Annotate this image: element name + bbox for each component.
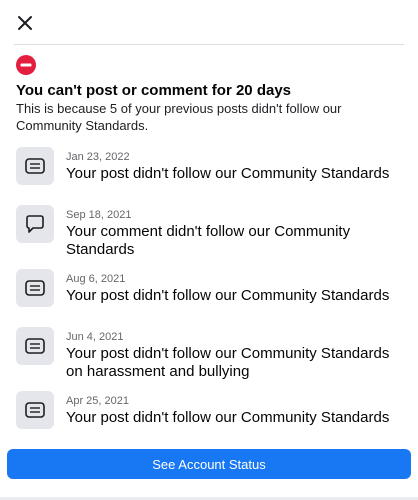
violation-message: Your post didn't follow our Community St… <box>66 345 390 380</box>
violation-date: Sep 18, 2021 <box>66 209 132 221</box>
list-item: Jun 4, 2021 Your post didn't follow our … <box>16 325 408 389</box>
restriction-icon <box>16 55 36 75</box>
list-item: Sep 18, 2021 Your comment didn't follow … <box>16 203 408 267</box>
list-item: Jan 23, 2022 Your post didn't follow our… <box>16 145 408 203</box>
violation-message: Your comment didn't follow our Community… <box>66 223 351 258</box>
restriction-subtext: This is because 5 of your previous posts… <box>16 101 342 133</box>
post-icon <box>16 391 54 429</box>
violation-date: Jan 23, 2022 <box>66 151 130 163</box>
close-button[interactable] <box>14 12 36 34</box>
violations-list: Jan 23, 2022 Your post didn't follow our… <box>16 145 408 447</box>
violation-message: Your post didn't follow our Community St… <box>66 409 390 426</box>
post-icon <box>16 269 54 307</box>
comment-icon <box>16 205 54 243</box>
close-icon <box>18 16 32 30</box>
restriction-dialog: You can't post or comment for 20 days Th… <box>0 0 418 500</box>
header-divider <box>14 44 404 45</box>
see-account-status-button[interactable]: See Account Status <box>7 449 411 479</box>
restriction-headline: You can't post or comment for 20 days <box>16 82 292 99</box>
post-icon <box>16 327 54 365</box>
violation-message: Your post didn't follow our Community St… <box>66 165 390 182</box>
violation-date: Jun 4, 2021 <box>66 331 124 343</box>
violation-date: Apr 25, 2021 <box>66 395 129 407</box>
violation-message: Your post didn't follow our Community St… <box>66 287 390 304</box>
list-item: Aug 6, 2021 Your post didn't follow our … <box>16 267 408 325</box>
post-icon <box>16 147 54 185</box>
list-item: Apr 25, 2021 Your post didn't follow our… <box>16 389 408 447</box>
violation-date: Aug 6, 2021 <box>66 273 126 285</box>
